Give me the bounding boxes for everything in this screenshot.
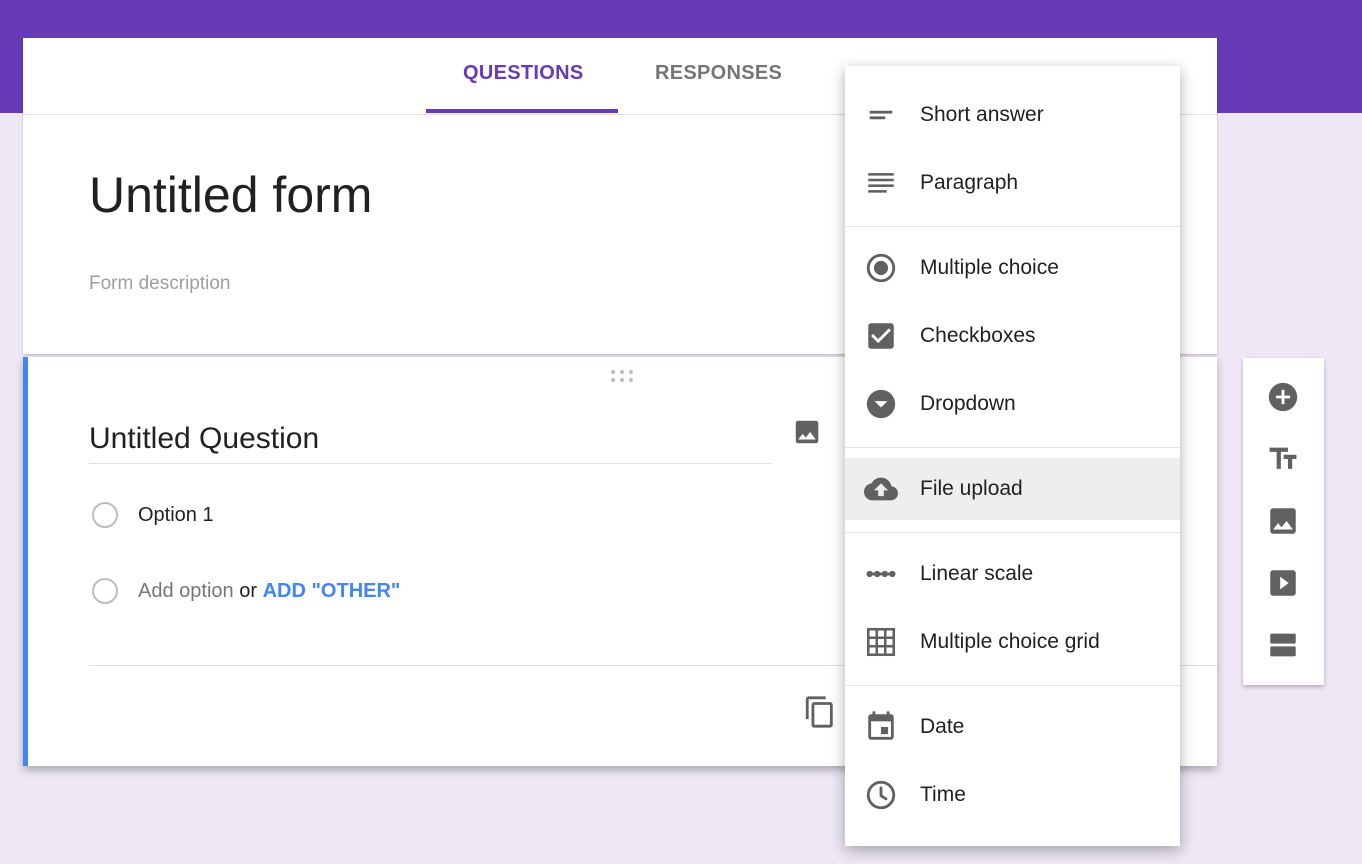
- question-title-underline: [89, 463, 771, 464]
- menu-item-label: Time: [920, 783, 966, 806]
- active-tab-indicator: [426, 109, 618, 113]
- form-title[interactable]: Untitled form: [89, 166, 372, 224]
- menu-item-label: Checkboxes: [920, 324, 1036, 347]
- tab-responses[interactable]: RESPONSES: [655, 62, 782, 85]
- add-other-link[interactable]: ADD "OTHER": [263, 580, 401, 602]
- short-answer-icon: [869, 110, 893, 120]
- option-radio[interactable]: [92, 502, 118, 528]
- or-text: or: [239, 580, 257, 602]
- paragraph-icon: [868, 173, 894, 193]
- menu-item-file-upload[interactable]: File upload: [845, 458, 1180, 520]
- menu-item-date[interactable]: Date: [845, 696, 1180, 758]
- menu-item-paragraph[interactable]: Paragraph: [845, 152, 1180, 214]
- add-question-icon[interactable]: [1266, 380, 1300, 414]
- active-card-accent: [23, 357, 28, 766]
- question-title-input[interactable]: Untitled Question: [89, 422, 319, 456]
- form-description-field[interactable]: Form description: [89, 273, 231, 295]
- add-section-icon[interactable]: [1266, 628, 1300, 662]
- duplicate-icon[interactable]: [803, 693, 837, 731]
- checkbox-icon: [868, 323, 894, 349]
- menu-item-dropdown[interactable]: Dropdown: [845, 373, 1180, 435]
- menu-item-label: Date: [920, 715, 965, 738]
- menu-item-multiple-choice-grid[interactable]: Multiple choice grid: [845, 611, 1180, 673]
- menu-item-label: Linear scale: [920, 562, 1034, 585]
- menu-divider: [845, 226, 1180, 227]
- clock-icon: [866, 780, 896, 810]
- menu-divider: [845, 532, 1180, 533]
- radio-button-icon: [866, 253, 896, 283]
- side-toolbar: [1243, 358, 1324, 685]
- tab-questions[interactable]: QUESTIONS: [463, 62, 584, 85]
- drag-handle-icon[interactable]: [609, 369, 635, 383]
- option-1-label[interactable]: Option 1: [138, 504, 214, 527]
- menu-item-short-answer[interactable]: Short answer: [845, 84, 1180, 146]
- menu-item-linear-scale[interactable]: Linear scale: [845, 543, 1180, 605]
- menu-item-label: Paragraph: [920, 171, 1019, 194]
- grid-icon: [866, 627, 896, 657]
- question-type-menu: Short answer Paragraph Multiple choice C…: [845, 66, 1180, 846]
- add-video-icon[interactable]: [1266, 566, 1300, 600]
- calendar-icon: [868, 711, 894, 740]
- add-option-row: Add option or ADD "OTHER": [138, 580, 400, 603]
- add-title-icon[interactable]: [1266, 442, 1300, 476]
- image-icon[interactable]: [792, 417, 822, 447]
- cloud-upload-icon: [864, 477, 898, 501]
- menu-divider: [845, 685, 1180, 686]
- menu-item-label: File upload: [920, 477, 1023, 500]
- menu-item-label: Dropdown: [920, 392, 1016, 415]
- add-image-icon[interactable]: [1266, 504, 1300, 538]
- menu-item-label: Multiple choice grid: [920, 630, 1100, 653]
- menu-item-label: Short answer: [920, 103, 1044, 126]
- linear-scale-icon: [866, 570, 896, 578]
- add-option-radio: [92, 578, 118, 604]
- dropdown-icon: [866, 389, 896, 419]
- add-option-link[interactable]: Add option: [138, 580, 234, 602]
- menu-item-label: Multiple choice: [920, 256, 1059, 279]
- menu-item-multiple-choice[interactable]: Multiple choice: [845, 237, 1180, 299]
- menu-item-time[interactable]: Time: [845, 764, 1180, 826]
- menu-divider: [845, 447, 1180, 448]
- menu-item-checkboxes[interactable]: Checkboxes: [845, 305, 1180, 367]
